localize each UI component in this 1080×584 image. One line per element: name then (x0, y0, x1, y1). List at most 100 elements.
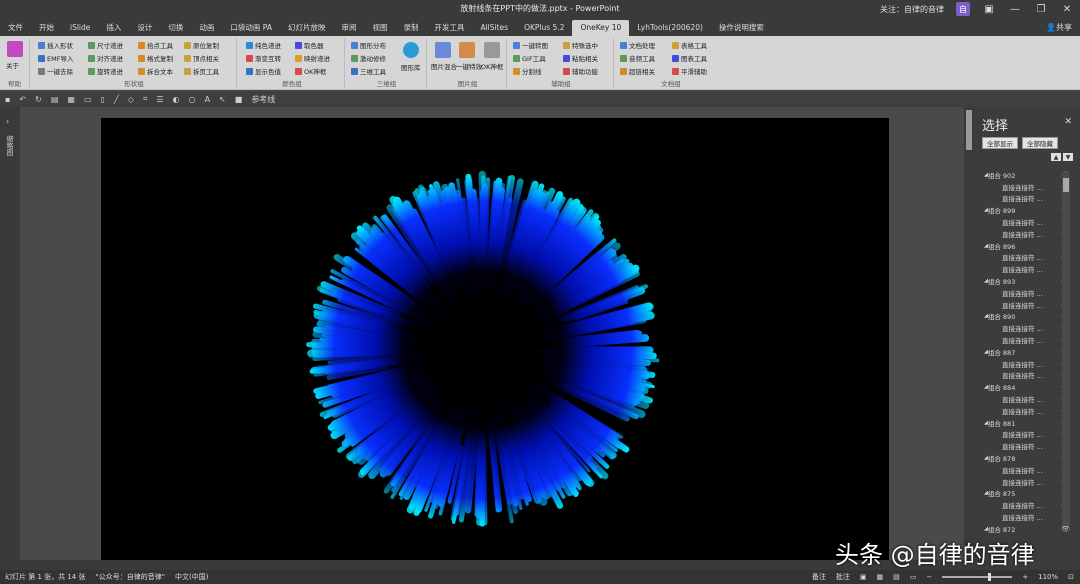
selection-group-item[interactable]: ◢ 组合 887👁 (980, 346, 1070, 358)
textbox-icon[interactable]: ▯ (101, 95, 105, 104)
fit-slide-icon[interactable]: ⊡ (1068, 573, 1074, 581)
selection-group-item[interactable]: ◢ 组合 893👁 (980, 275, 1070, 287)
save-icon[interactable]: ▪ (5, 95, 10, 104)
3d-tool-button[interactable]: 三维工具 (351, 66, 386, 76)
show-color-button[interactable]: 显示色值 (246, 66, 281, 76)
expand-icon[interactable]: › (6, 117, 9, 126)
in-place-copy-button[interactable]: 原位复制 (184, 40, 219, 50)
tab-7[interactable]: 口袋动画 PA (222, 20, 280, 36)
canvas-vertical-scrollbar[interactable] (964, 107, 974, 570)
selection-child-item[interactable]: 直接连接符 ...👁 (980, 216, 1070, 228)
remove-button[interactable]: 一键去除 (38, 66, 73, 76)
selection-child-item[interactable]: 直接连接符 ...👁 (980, 499, 1070, 511)
language-label[interactable]: 中文(中国) (175, 572, 208, 582)
tab-8[interactable]: 幻灯片放映 (280, 20, 334, 36)
gif-tool-button[interactable]: GIF工具 (513, 53, 546, 63)
hide-all-button[interactable]: 全部隐藏 (1022, 137, 1058, 149)
selection-scroll-thumb[interactable] (1063, 178, 1069, 192)
one-click-effect-button[interactable]: 一键特效 (456, 61, 482, 71)
selection-child-item[interactable]: 直接连接符 ...👁 (980, 252, 1070, 264)
selection-child-item[interactable]: 直接连接符 ...👁 (980, 464, 1070, 476)
split-page-button[interactable]: 拆页工具 (184, 66, 219, 76)
selection-group-item[interactable]: ◢ 组合 872 👁 (980, 523, 1070, 535)
selection-child-item[interactable]: 直接连接符 ...👁 (980, 334, 1070, 346)
size-step-button[interactable]: 尺寸递进 (88, 40, 123, 50)
to-image-button[interactable]: 一键转图 (513, 40, 548, 50)
split-text-button[interactable]: 拆合文本 (138, 66, 173, 76)
rotate-step-button[interactable]: 旋转递进 (88, 66, 123, 76)
zoom-in-icon[interactable]: + (1022, 573, 1028, 581)
selection-child-item[interactable]: 直接连接符 ...👁 (980, 322, 1070, 334)
selection-list-scrollbar[interactable] (1062, 172, 1070, 526)
align-icon[interactable]: ☰ (156, 95, 163, 104)
restore-icon[interactable]: ❐ (1034, 2, 1048, 16)
ok-frame-image-button[interactable]: OK神框 (481, 61, 503, 71)
table-tool-button[interactable]: 表格工具 (672, 40, 707, 50)
cursor-icon[interactable]: ↖ (219, 95, 226, 104)
shape-library-button[interactable]: 图形库 (401, 62, 421, 72)
sorter-view-icon[interactable]: ▦ (876, 573, 883, 581)
selection-child-item[interactable]: 直接连接符 ...👁 (980, 263, 1070, 275)
outline-icon[interactable]: ○ (189, 95, 196, 104)
selection-child-item[interactable]: 直接连接符 ...👁 (980, 181, 1070, 193)
doc-process-button[interactable]: 文档处理 (620, 40, 655, 50)
scroll-thumb[interactable] (966, 110, 972, 150)
crop-icon[interactable]: ⌗ (143, 94, 148, 104)
tab-4[interactable]: 设计 (129, 20, 160, 36)
selection-child-item[interactable]: 直接连接符 ...👁 (980, 358, 1070, 370)
tab-14[interactable]: OKPlus 5.2 (516, 20, 572, 36)
emf-import-button[interactable]: EMF导入 (38, 53, 73, 63)
tab-12[interactable]: 开发工具 (426, 20, 472, 36)
user-label[interactable]: 关注：自律的音律 (880, 4, 944, 15)
selection-child-item[interactable]: 直接连接符 ...👁 (980, 370, 1070, 382)
selection-child-item[interactable]: 直接连接符 ...👁 (980, 228, 1070, 240)
solid-step-button[interactable]: 纯色递进 (246, 40, 281, 50)
reference-line-checkbox[interactable]: ■ (235, 95, 243, 104)
selection-child-item[interactable]: 直接连接符 ...👁 (980, 440, 1070, 452)
tab-3[interactable]: 插入 (98, 20, 129, 36)
zoom-out-icon[interactable]: − (926, 573, 932, 581)
tab-13[interactable]: AllSites (472, 20, 516, 36)
selection-child-item[interactable]: 直接连接符 ...👁 (980, 405, 1070, 417)
special-select-button[interactable]: 特殊选中 (563, 40, 598, 50)
assist-func-button[interactable]: 辅助功能 (563, 66, 598, 76)
normal-view-icon[interactable]: ▣ (860, 573, 867, 581)
send-backward-icon[interactable]: ▼ (1063, 153, 1073, 161)
insert-shape-button[interactable]: 插入形状 (38, 40, 73, 50)
selection-group-item[interactable]: ◢ 组合 899👁 (980, 204, 1070, 216)
tab-5[interactable]: 切换 (160, 20, 191, 36)
selection-child-item[interactable]: 直接连接符 ...👁 (980, 476, 1070, 488)
selection-child-item[interactable]: 直接连接符 ...👁 (980, 429, 1070, 441)
distribute-button[interactable]: 图形分布 (351, 40, 386, 50)
format-copy-button[interactable]: 格式复制 (138, 53, 173, 63)
radial-lines-graphic[interactable] (101, 118, 889, 561)
canvas-horizontal-scrollbar[interactable] (20, 560, 974, 570)
zoom-slider[interactable] (942, 573, 1013, 581)
selection-child-item[interactable]: 直接连接符 ...👁 (980, 511, 1070, 523)
tab-11[interactable]: 录制 (395, 20, 426, 36)
undo-icon[interactable]: ↶ (19, 95, 26, 104)
pick-icon[interactable]: ▦ (67, 95, 75, 104)
fill-icon[interactable]: ◐ (173, 95, 180, 104)
smooth-assist-button[interactable]: 平滑辅助 (672, 66, 707, 76)
gradient-swap-button[interactable]: 渐变互转 (246, 53, 281, 63)
close-icon[interactable]: ✕ (1060, 2, 1074, 16)
comments-button[interactable]: 批注 (836, 572, 850, 582)
eyedropper-button[interactable]: 取色器 (295, 40, 324, 50)
selection-group-item[interactable]: ◢ 组合 890👁 (980, 311, 1070, 323)
align-step-button[interactable]: 对齐递进 (88, 53, 123, 63)
ok-frame-button[interactable]: OK神框 (295, 66, 326, 76)
tab-2[interactable]: iSlide (62, 20, 98, 36)
image-mix-button[interactable]: 图片混合 (431, 61, 457, 71)
redo-icon[interactable]: ↻ (35, 95, 42, 104)
radial-line[interactable] (307, 347, 402, 358)
selection-group-item[interactable]: ◢ 组合 896👁 (980, 240, 1070, 252)
hyperlink-button[interactable]: 超链相关 (620, 66, 655, 76)
ribbon-display-icon[interactable]: ▣ (982, 2, 996, 16)
shape-icon[interactable]: ◇ (128, 95, 134, 104)
about-button[interactable]: 关于 (6, 60, 19, 70)
tab-6[interactable]: 动画 (191, 20, 222, 36)
avatar[interactable]: 自 (956, 2, 970, 16)
selection-child-item[interactable]: 直接连接符 ...👁 (980, 193, 1070, 205)
chart-tool-button[interactable]: 图表工具 (672, 53, 707, 63)
